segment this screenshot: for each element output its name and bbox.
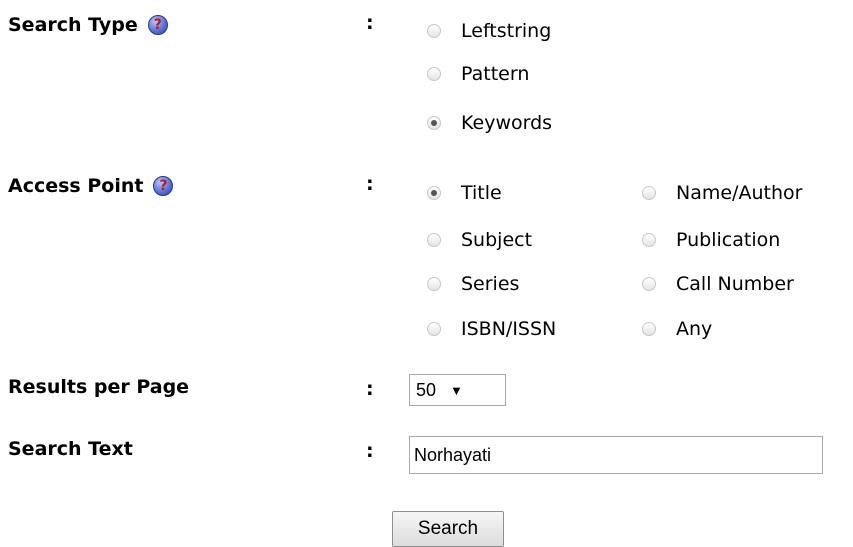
radio-isbn-issn[interactable]: ISBN/ISSN <box>427 318 556 340</box>
radio-label: Pattern <box>461 63 530 85</box>
radio-button[interactable] <box>427 67 441 81</box>
radio-button[interactable] <box>642 186 656 200</box>
radio-label: Series <box>461 273 520 295</box>
radio-leftstring[interactable]: Leftstring <box>427 20 551 42</box>
radio-label: Leftstring <box>461 20 552 42</box>
results-per-page-colon: : <box>366 378 374 400</box>
radio-button[interactable] <box>642 277 656 291</box>
radio-series[interactable]: Series <box>427 273 519 295</box>
radio-call-number[interactable]: Call Number <box>642 273 794 295</box>
search-text-input[interactable] <box>409 436 823 474</box>
results-per-page-select[interactable]: 50 ▼ <box>409 374 506 406</box>
radio-label: Any <box>676 318 713 340</box>
radio-label: ISBN/ISSN <box>461 318 557 340</box>
select-value: 50 <box>416 379 437 400</box>
search-button[interactable]: Search <box>392 511 504 547</box>
dropdown-arrow-icon: ▼ <box>450 382 463 398</box>
radio-button[interactable] <box>427 233 441 247</box>
radio-label: Subject <box>461 229 533 251</box>
radio-label: Name/Author <box>676 182 803 204</box>
radio-any[interactable]: Any <box>642 318 712 340</box>
radio-button[interactable] <box>427 24 441 38</box>
radio-name-author[interactable]: Name/Author <box>642 182 802 204</box>
help-icon[interactable]: ? <box>147 15 168 35</box>
radio-button[interactable] <box>427 116 441 130</box>
radio-label: Publication <box>676 229 781 251</box>
access-point-colon: : <box>366 173 374 195</box>
results-per-page-label: Results per Page <box>8 376 190 398</box>
radio-button[interactable] <box>642 322 656 336</box>
radio-button[interactable] <box>642 233 656 247</box>
radio-pattern[interactable]: Pattern <box>427 63 529 85</box>
radio-title[interactable]: Title <box>427 182 502 204</box>
search-type-colon: : <box>366 12 374 34</box>
help-icon[interactable]: ? <box>153 176 174 196</box>
search-type-label: Search Type? <box>8 14 168 36</box>
access-point-label: Access Point? <box>8 175 174 197</box>
radio-label: Call Number <box>676 273 794 295</box>
radio-subject[interactable]: Subject <box>427 229 532 251</box>
radio-label: Title <box>461 182 502 204</box>
radio-label: Keywords <box>461 112 553 134</box>
radio-button[interactable] <box>427 277 441 291</box>
radio-publication[interactable]: Publication <box>642 229 780 251</box>
search-text-colon: : <box>366 440 374 462</box>
radio-button[interactable] <box>427 186 441 200</box>
radio-button[interactable] <box>427 322 441 336</box>
radio-keywords[interactable]: Keywords <box>427 112 552 134</box>
search-text-label: Search Text <box>8 438 133 460</box>
